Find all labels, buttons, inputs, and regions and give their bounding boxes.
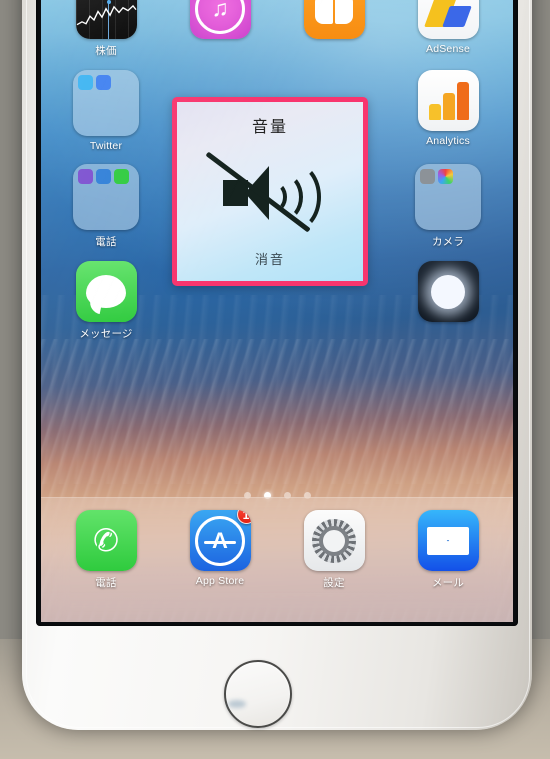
home-button[interactable] [224,660,292,728]
dock-item-app-store[interactable]: A 1 App Store [174,510,266,587]
home-row-1: 株価 ♫ AdSense [41,0,513,58]
settings-app-icon[interactable] [303,510,365,571]
flashlight-app-icon[interactable] [417,261,479,322]
dock-item-mail[interactable]: メール [402,510,494,590]
folder-label: カメラ [431,236,465,248]
tweetbot-icon [96,75,111,90]
mail-app-icon[interactable] [417,510,479,571]
camera-icon [420,169,435,184]
app-label: メッセージ [79,328,133,340]
envelope-icon [427,526,469,555]
book-page-right [335,0,353,24]
envelope-flap [427,526,469,542]
dock-label: メール [431,577,465,589]
app-store-crossbar [204,540,236,544]
dock-label: 設定 [323,577,345,589]
analytics-app-icon[interactable] [417,70,479,131]
analytics-bar-3 [456,82,469,120]
speaker-muted-icon [205,151,331,233]
ibooks-app-icon[interactable] [303,0,365,39]
home-app-music[interactable]: ♫ [174,0,266,43]
dock-label: App Store [195,575,245,587]
phone-app-icon[interactable]: ✆ [75,510,137,571]
hud-subtitle: 消音 [254,253,285,268]
iphone-screen[interactable]: ナビゲーション ビデオ メモ リマインダー [41,0,513,622]
folder-label: Twitter [89,140,123,152]
home-app-ibooks[interactable] [288,0,380,43]
gear-icon [312,518,356,563]
folder-label: 電話 [95,236,117,248]
analytics-bar-2 [442,93,455,120]
skype-icon [96,169,111,184]
phone-folder-icon[interactable] [73,164,139,230]
open-book-icon [314,0,354,24]
dock: ✆ 電話 A 1 App Store 設定 [41,497,513,622]
volume-hud-overlay: 音量 消音 [172,97,368,286]
app-label: Analytics [426,135,470,147]
home-app-stocks[interactable]: 株価 [60,0,152,58]
home-button-reflection [228,700,246,708]
flashlight-glow [431,274,465,309]
photo-scene: ナビゲーション ビデオ メモ リマインダー [0,0,550,759]
viber-icon [78,169,93,184]
handset-icon: ✆ [90,521,122,560]
app-label: AdSense [425,43,470,55]
music-app-icon[interactable]: ♫ [189,0,251,39]
book-page-left [315,0,333,24]
hud-title: 音量 [251,117,288,136]
stocks-chart-line [76,4,137,25]
music-note-icon: ♫ [211,0,229,21]
adsense-app-icon[interactable] [417,0,479,39]
home-folder-phone[interactable]: 電話 [60,164,152,249]
stocks-app-icon[interactable] [75,0,137,39]
home-app-messages[interactable]: メッセージ [60,261,152,341]
app-store-icon[interactable]: A 1 [189,510,251,571]
colorful-photo-app-icon [438,169,453,184]
home-folder-camera[interactable]: カメラ [402,164,494,249]
camera-folder-icon[interactable] [415,164,481,230]
chat-bubble-icon [86,275,126,315]
dock-item-phone[interactable]: ✆ 電話 [60,510,152,590]
dock-label: 電話 [95,577,117,589]
home-app-adsense[interactable]: AdSense [402,0,494,55]
music-ring: ♫ [195,0,245,34]
app-store-circle: A [195,515,245,566]
analytics-bar-1 [428,104,441,120]
dock-item-settings[interactable]: 設定 [288,510,380,590]
chat-bubble-tail [87,299,103,315]
home-app-analytics[interactable]: Analytics [402,70,494,147]
messages-app-icon[interactable] [75,261,137,322]
home-app-flashlight[interactable] [402,261,494,326]
app-label: 株価 [95,45,117,57]
twitter-bird-icon [78,75,93,90]
line-icon [114,169,129,184]
hud-icon-area [177,137,363,249]
home-folder-twitter[interactable]: Twitter [60,70,152,152]
twitter-folder-icon[interactable] [73,70,139,136]
app-store-badge: 1 [236,510,251,524]
